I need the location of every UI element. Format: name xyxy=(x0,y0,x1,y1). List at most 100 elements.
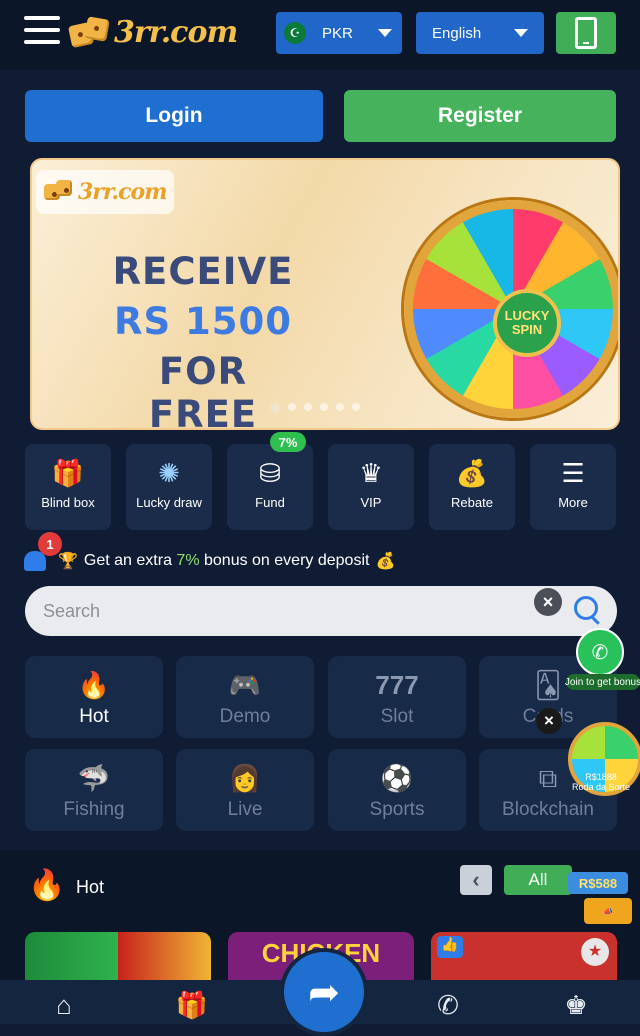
gift-box-icon: 🎁 xyxy=(51,458,85,488)
chevron-down-icon xyxy=(378,29,392,37)
notice-text: bonus on every deposit xyxy=(199,552,370,569)
quick-link-more[interactable]: ☰ More xyxy=(530,444,616,530)
category-label: Sports xyxy=(369,799,425,820)
category-live[interactable]: 👩 Live xyxy=(176,749,314,831)
carousel-dot[interactable] xyxy=(352,403,360,411)
fire-icon: 🔥 xyxy=(28,869,66,902)
currency-select[interactable]: ☪ PKR xyxy=(276,12,402,54)
gamepad-icon: 🎮 xyxy=(228,670,262,700)
category-label: Fishing xyxy=(63,799,125,820)
dice-icon xyxy=(67,16,110,49)
quick-link-label: Lucky draw xyxy=(136,495,202,510)
fund-percent-badge: 7% xyxy=(270,432,306,452)
category-label: Blockchain xyxy=(502,799,594,820)
thumbs-up-icon: 👍 xyxy=(437,936,463,958)
view-all-button[interactable]: All xyxy=(504,865,572,895)
close-icon[interactable]: × xyxy=(536,708,562,734)
language-value: English xyxy=(432,24,482,42)
promo-line-2: RS 1500 xyxy=(114,300,292,343)
lucky-spin-wheel: LUCKY SPIN xyxy=(404,200,618,418)
soccer-ball-icon: ⚽ xyxy=(380,763,414,793)
fund-icon: ⛁ xyxy=(259,458,281,488)
shark-icon: 🦈 xyxy=(77,763,111,793)
money-bag-icon: 💰 xyxy=(455,458,489,488)
search-input[interactable] xyxy=(25,586,525,636)
mobile-phone-icon xyxy=(575,17,597,49)
trophy-icon: 🏆 xyxy=(58,553,78,570)
carousel-dot[interactable] xyxy=(320,403,328,411)
whatsapp-icon: ✆ xyxy=(576,628,624,676)
notice-highlight: 7% xyxy=(176,552,200,569)
category-slot[interactable]: 777 Slot xyxy=(328,656,466,738)
quick-link-label: Blind box xyxy=(41,495,95,510)
dealer-icon: 👩 xyxy=(228,763,262,793)
bonus-badge[interactable]: R$588 xyxy=(568,872,628,894)
category-label: Demo xyxy=(219,706,271,727)
promo-line-1: RECEIVE xyxy=(112,250,294,293)
spin-wheel-icon: ✺ xyxy=(158,458,180,488)
banner-logo: 3rr.com xyxy=(36,170,175,214)
category-hot[interactable]: 🔥 Hot xyxy=(25,656,163,738)
notice-text: Get an extra xyxy=(83,552,177,569)
fire-icon: 🔥 xyxy=(77,670,111,700)
close-icon[interactable]: × xyxy=(534,588,562,616)
favorite-star-icon[interactable]: ★ xyxy=(581,938,609,966)
notification-badge: 1 xyxy=(38,532,62,556)
quick-link-lucky-draw[interactable]: ✺ Lucky draw xyxy=(126,444,212,530)
banner-logo-text: 3rr.com xyxy=(78,179,167,205)
whatsapp-widget[interactable]: ✆ Join to get bonus xyxy=(565,624,640,690)
quick-link-vip[interactable]: ♛ VIP xyxy=(328,444,414,530)
carousel-dot[interactable] xyxy=(304,403,312,411)
promo-line-3: FOR FREE xyxy=(148,350,258,430)
register-button[interactable]: Register xyxy=(344,90,616,142)
lucky-wheel-label: R$1888 Roda da Sorte xyxy=(571,772,631,792)
carousel-dot[interactable] xyxy=(270,403,280,413)
currency-value: PKR xyxy=(322,24,353,42)
quick-link-blind-box[interactable]: 🎁 Blind box xyxy=(25,444,111,530)
menu-hamburger-icon[interactable] xyxy=(24,16,60,46)
carousel-dots xyxy=(270,403,360,413)
home-icon[interactable]: ⌂ xyxy=(44,990,84,1024)
language-select[interactable]: English xyxy=(416,12,544,54)
slot-777-icon: 777 xyxy=(375,670,419,700)
blocks-icon: ⧉ xyxy=(538,763,558,793)
category-sports[interactable]: ⚽ Sports xyxy=(328,749,466,831)
phone-icon[interactable]: ✆ xyxy=(428,990,468,1024)
category-fishing[interactable]: 🦈 Fishing xyxy=(25,749,163,831)
category-demo[interactable]: 🎮 Demo xyxy=(176,656,314,738)
search-bar xyxy=(25,586,617,636)
section-title: Hot xyxy=(76,877,105,897)
whatsapp-label: Join to get bonus xyxy=(565,674,640,690)
money-bag-icon: 💰 xyxy=(375,553,396,570)
carousel-dot[interactable] xyxy=(336,403,344,411)
quick-link-label: More xyxy=(558,495,588,510)
cards-icon: 🂡 xyxy=(534,670,562,700)
quick-link-label: VIP xyxy=(360,495,382,510)
quick-link-rebate[interactable]: 💰 Rebate xyxy=(429,444,515,530)
agent-crown-icon[interactable]: ♚ xyxy=(556,990,596,1024)
dice-icon xyxy=(44,180,74,204)
chevron-left-icon[interactable]: ‹ xyxy=(460,865,492,895)
quick-link-label: Rebate xyxy=(451,495,493,510)
logo-text: 3rr.com xyxy=(114,14,238,50)
quick-link-label: Fund xyxy=(255,495,285,510)
quick-link-fund[interactable]: ⛁ Fund xyxy=(227,444,313,530)
search-icon[interactable] xyxy=(574,596,598,620)
site-logo[interactable]: 3rr.com xyxy=(67,12,238,52)
vip-crown-icon: ♛ xyxy=(359,458,383,488)
promo-banner[interactable]: 3rr.com RECEIVE RS 1500 FOR FREE LUCKY SP… xyxy=(30,158,620,430)
layers-icon: ☰ xyxy=(561,458,585,488)
notice-marquee[interactable]: 🏆 Get an extra 7% bonus on every deposit… xyxy=(24,544,444,578)
gift-icon[interactable]: 🎁 xyxy=(172,990,212,1024)
category-label: Live xyxy=(227,799,263,820)
chevron-down-icon xyxy=(514,29,528,37)
share-arrow-icon[interactable]: ➦ xyxy=(280,948,368,1036)
pakistan-flag-icon: ☪ xyxy=(284,22,306,44)
megaphone-icon: 📣 xyxy=(584,898,632,924)
download-app-button[interactable] xyxy=(556,12,616,54)
carousel-dot[interactable] xyxy=(288,403,296,411)
login-button[interactable]: Login xyxy=(25,90,323,142)
category-label: Hot xyxy=(79,706,109,727)
category-label: Slot xyxy=(380,706,414,727)
wheel-center-label: LUCKY SPIN xyxy=(493,289,561,357)
